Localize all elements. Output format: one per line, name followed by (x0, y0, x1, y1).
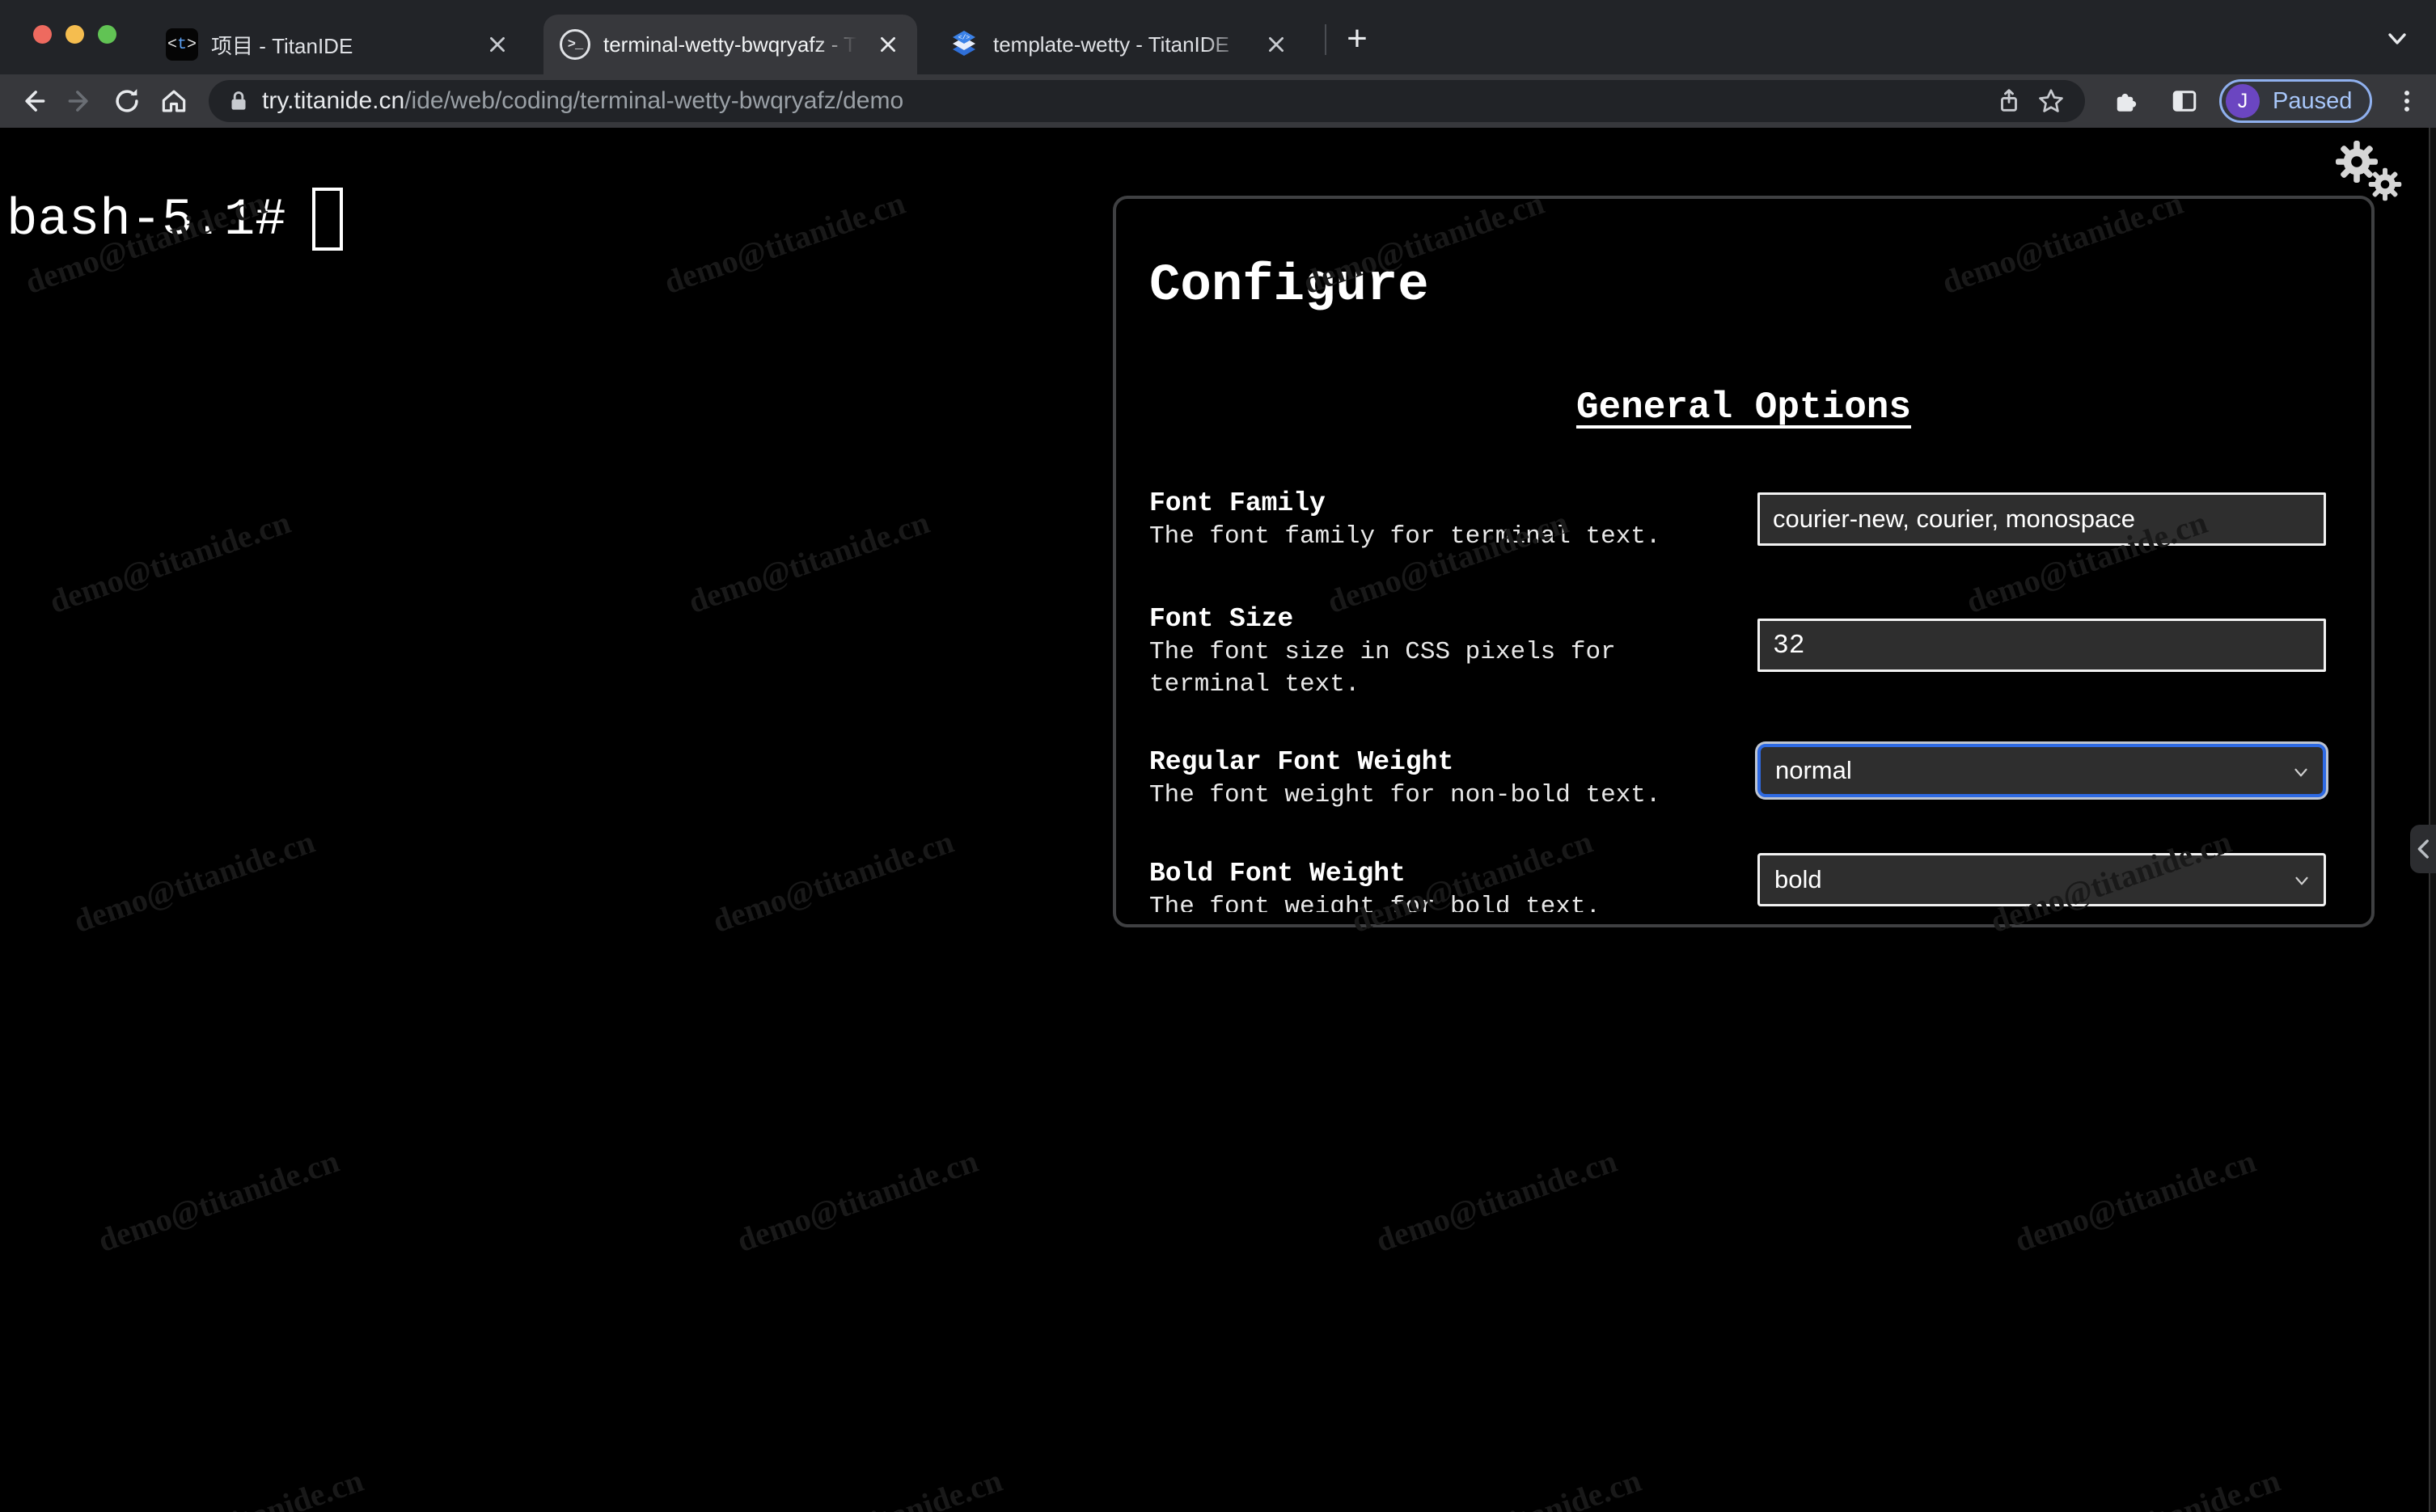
watermark-text: demo@titanide.cn (659, 184, 910, 302)
forward-icon[interactable] (57, 78, 104, 125)
watermark-text: demo@titanide.cn (708, 822, 958, 940)
bold-font-weight-select[interactable]: bold (1757, 853, 2326, 906)
minimize-traffic-icon[interactable] (66, 25, 84, 44)
tab-search-chevron-icon[interactable] (2376, 21, 2418, 57)
right-rail (2429, 128, 2436, 1512)
reload-icon[interactable] (104, 78, 150, 125)
close-traffic-icon[interactable] (33, 25, 52, 44)
font-size-input[interactable] (1757, 619, 2326, 672)
extensions-puzzle-icon[interactable] (2103, 78, 2150, 125)
watermark-text: demo@titanide.cn (732, 1142, 983, 1260)
regular-font-weight-label: Regular Font Weight (1149, 747, 1454, 777)
tab-title: 项目 - TitanIDE (211, 33, 353, 58)
profile-status-label: Paused (2273, 87, 2353, 114)
watermark-text: demo@titanide.cn (756, 1461, 1007, 1512)
menu-kebab-icon[interactable] (2383, 78, 2430, 125)
tab-close-icon[interactable] (1260, 28, 1292, 61)
select-chevron-icon (2295, 876, 2308, 885)
url-text: try.titanide.cn/ide/web/coding/terminal-… (262, 87, 1988, 115)
url-path: /ide/web/coding/terminal-wetty-bwqryafz/… (404, 87, 904, 114)
titanide-code-icon: < t > (166, 28, 198, 61)
font-family-description: The font family for terminal text. (1149, 522, 1661, 551)
avatar: J (2226, 84, 2260, 118)
tab-close-icon[interactable] (481, 28, 514, 61)
configure-panel: Configure General Options Font Family Th… (1113, 196, 2375, 927)
svg-text:</>: </> (958, 35, 971, 42)
font-family-label: Font Family (1149, 488, 1326, 518)
bold-font-weight-description: The font weight for bold text. (1149, 893, 1601, 912)
bold-font-weight-label: Bold Font Weight (1149, 859, 1406, 889)
regular-font-weight-description: The font weight for non-bold text. (1149, 781, 1661, 809)
terminal-icon: >_ (560, 29, 590, 60)
selected-value: normal (1775, 756, 1852, 784)
regular-font-weight-select[interactable]: normal (1757, 744, 2326, 797)
lock-icon (231, 91, 246, 110)
layers-icon: </> (953, 31, 975, 56)
terminal-cursor (311, 188, 343, 251)
selected-value: bold (1774, 865, 1822, 893)
watermark-text: demo@titanide.cn (93, 1142, 344, 1260)
watermark-text: demo@titanide.cn (117, 1461, 368, 1512)
tab-terminal-wetty[interactable]: >_ terminal-wetty-bwqryafz - Tita (543, 15, 917, 74)
watermark-text: demo@titanide.cn (1371, 1142, 1622, 1260)
tab-title: template-wetty - TitanIDE (993, 32, 1229, 57)
back-icon[interactable] (10, 78, 57, 125)
tab-close-icon[interactable] (872, 28, 904, 61)
font-size-label: Font Size (1149, 604, 1294, 634)
tab-divider (1325, 24, 1326, 55)
panel-title: Configure (1149, 257, 1429, 315)
section-heading: General Options (1575, 386, 1912, 429)
zoom-traffic-icon[interactable] (98, 25, 116, 44)
terminal-prompt: bash-5.1# (6, 192, 286, 250)
tab-title: terminal-wetty-bwqryafz - Tita (603, 32, 862, 57)
terminal-screen[interactable]: bash-5.1# (6, 188, 343, 252)
home-icon[interactable] (150, 78, 197, 125)
watermark-text: demo@titanide.cn (1395, 1461, 1646, 1512)
font-family-input[interactable] (1757, 492, 2326, 546)
share-icon[interactable] (1988, 80, 2030, 122)
watermark-text: demo@titanide.cn (2034, 1461, 2285, 1512)
tab-template-wetty[interactable]: </> template-wetty - TitanIDE (932, 15, 1305, 74)
watermark-text: demo@titanide.cn (44, 503, 295, 621)
panel-collapse-button[interactable] (2410, 825, 2436, 873)
font-size-description: The font size in CSS pixels for terminal… (1149, 638, 1616, 699)
address-bar[interactable]: try.titanide.cn/ide/web/coding/terminal-… (209, 80, 2085, 122)
chevron-left-icon (2417, 839, 2429, 859)
tab-strip: < t > 项目 - TitanIDE >_ terminal-wetty-bwqr… (0, 0, 2436, 74)
watermark-text: demo@titanide.cn (683, 503, 934, 621)
url-host: try.titanide.cn (262, 87, 405, 114)
watermark-text: demo@titanide.cn (2010, 1142, 2260, 1260)
watermark-text: demo@titanide.cn (69, 822, 319, 940)
terminal-page: bash-5.1# Configure General Options Font… (0, 128, 2436, 1512)
profile-paused-button[interactable]: J Paused (2219, 79, 2373, 123)
tab-project-titanide[interactable]: < t > 项目 - TitanIDE (150, 15, 527, 74)
bookmark-star-icon[interactable] (2030, 80, 2072, 122)
select-chevron-icon (2294, 768, 2307, 777)
browser-toolbar: try.titanide.cn/ide/web/coding/terminal-… (0, 74, 2436, 128)
side-panel-icon[interactable] (2161, 78, 2208, 125)
new-tab-button[interactable]: + (1336, 18, 1378, 60)
